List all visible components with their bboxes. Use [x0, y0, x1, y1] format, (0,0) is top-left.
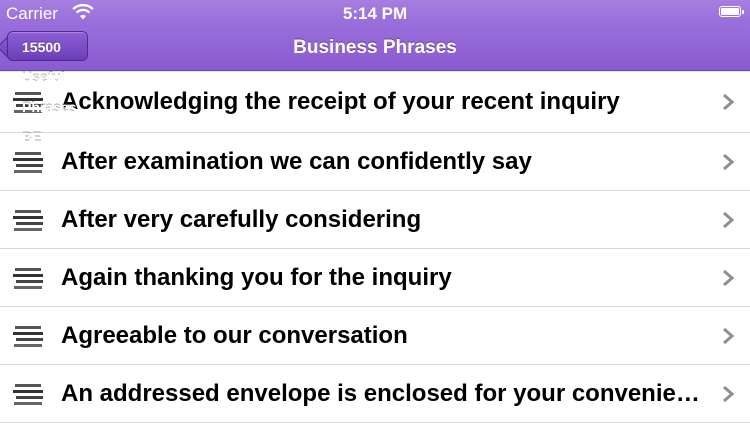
- list-item[interactable]: After examination we can confidently say: [0, 133, 750, 191]
- list-item-label: An addressed envelope is enclosed for yo…: [61, 379, 701, 407]
- chevron-right-icon: [723, 269, 734, 286]
- list-item[interactable]: Acknowledging the receipt of your recent…: [0, 71, 750, 133]
- list-lines-icon: [13, 383, 43, 405]
- list-lines-icon: [13, 267, 43, 289]
- chevron-right-icon: [723, 153, 734, 170]
- list-item[interactable]: Agreeable to our conversation: [0, 307, 750, 365]
- page-title: Business Phrases: [293, 37, 457, 58]
- list-lines-icon: [13, 209, 43, 231]
- chevron-right-icon: [723, 327, 734, 344]
- list-item-label: Again thanking you for the inquiry: [61, 263, 452, 291]
- back-button[interactable]: 15500 Useful Phrases BE: [7, 31, 89, 145]
- navigation-bar: Carrier 5:14 PM 15500 Useful Phrases BE …: [0, 0, 750, 145]
- chevron-right-icon: [723, 93, 734, 111]
- list-item-label: After examination we can confidently say: [61, 147, 532, 175]
- chevron-right-icon: [723, 211, 734, 228]
- chevron-right-icon: [723, 385, 734, 402]
- list-item-label: After very carefully considering: [61, 205, 422, 233]
- phrase-list: Acknowledging the receipt of your recent…: [0, 71, 750, 423]
- list-item-label: Acknowledging the receipt of your recent…: [61, 88, 620, 115]
- status-time: 5:14 PM: [342, 4, 408, 23]
- list-item-label: Agreeable to our conversation: [61, 321, 408, 349]
- list-lines-icon: [13, 325, 43, 347]
- list-lines-icon: [13, 151, 43, 173]
- list-item[interactable]: An addressed envelope is enclosed for yo…: [0, 365, 750, 423]
- battery-icon: [719, 6, 744, 17]
- list-item[interactable]: After very carefully considering: [0, 191, 750, 249]
- list-item[interactable]: Again thanking you for the inquiry: [0, 249, 750, 307]
- status-bar: Carrier 5:14 PM: [0, 0, 750, 26]
